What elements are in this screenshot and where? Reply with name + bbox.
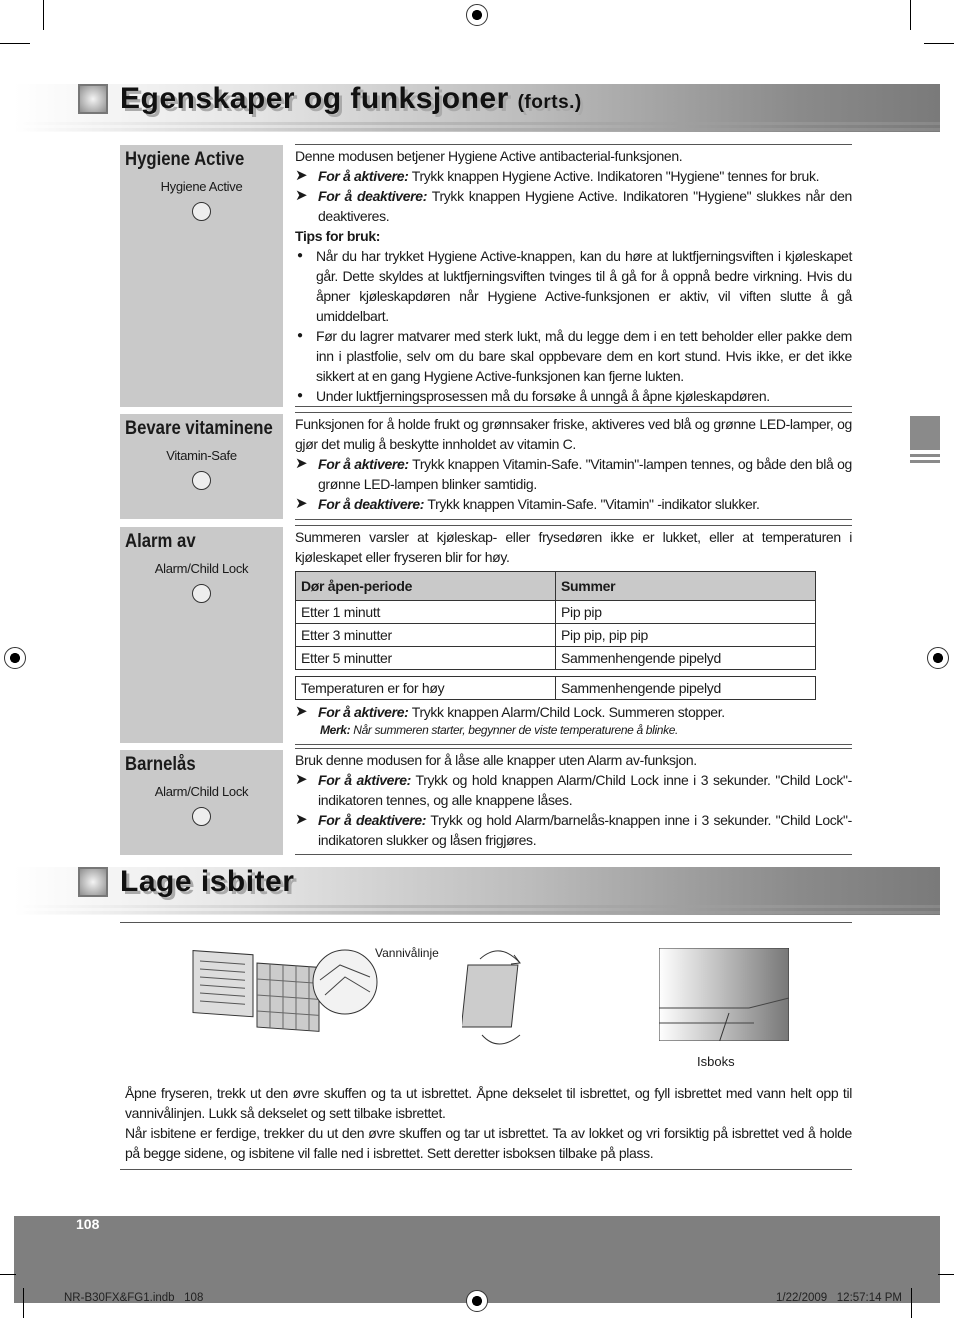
header-square-icon [78, 867, 108, 897]
table-row: Etter 1 minutt Pip pip [295, 600, 816, 624]
footer-timestamp: 1/22/2009 12:57:14 PM [776, 1292, 902, 1304]
registration-mark-icon [466, 4, 488, 26]
table-row: Etter 3 minutter Pip pip, pip pip [295, 623, 816, 647]
header-square-icon [78, 84, 108, 114]
alarm-table: Dør åpen-periode Summer Etter 1 minutt Pip… [295, 571, 816, 670]
ice-instructions: Åpne fryseren, trekk ut den øvre skuffen… [120, 1083, 852, 1170]
side-tab [910, 416, 940, 450]
page-title: Egenskaper og funksjoner (forts.) [120, 82, 582, 115]
vitamin-button-icon [192, 471, 211, 490]
alarm-button-icon [192, 584, 211, 603]
feature-text-vitamin: Funksjonen for å holde frukt og grønnsak… [295, 412, 852, 520]
page-number: 108 [76, 1216, 100, 1232]
water-line-label: Vannivålinje [375, 946, 439, 960]
feature-label-vitamin: Bevare vitaminene Vitamin-Safe [120, 414, 283, 519]
table-row: Temperaturen er for høy Sammenhengende pi… [295, 676, 816, 700]
section-header-ice: Lage isbiter [14, 865, 940, 915]
ice-tray-illustration [192, 949, 378, 1032]
registration-mark-icon [466, 1290, 488, 1312]
icebox-illustration [659, 948, 789, 1041]
registration-mark-icon [4, 647, 26, 669]
feature-text-hygiene: Denne modusen betjener Hygiene Active an… [295, 144, 852, 407]
childlock-button-icon [192, 807, 211, 826]
section-header: Egenskaper og funksjoner (forts.) [14, 82, 940, 132]
feature-label-hygiene: Hygiene Active Hygiene Active [120, 145, 283, 407]
registration-mark-icon [927, 647, 949, 669]
icebox-label: Isboks [697, 1054, 735, 1069]
feature-label-childlock: Barnelås Alarm/Child Lock [120, 750, 283, 855]
hygiene-button-icon [192, 202, 211, 221]
feature-text-childlock: Bruk denne modusen for å låse alle knapp… [295, 748, 852, 855]
section-title: Lage isbiter [120, 865, 295, 898]
feature-text-alarm: Summeren varsler at kjøleskap- eller fry… [295, 525, 852, 745]
feature-label-alarm: Alarm av Alarm/Child Lock [120, 527, 283, 743]
alarm-table-temperature: Temperaturen er for høy Sammenhengende pi… [295, 676, 816, 700]
table-row: Etter 5 minutter Sammenhengende pipelyd [295, 646, 816, 670]
footer-file: NR-B30FX&FG1.indb 108 [64, 1292, 204, 1304]
twist-tray-illustration [462, 950, 521, 1045]
